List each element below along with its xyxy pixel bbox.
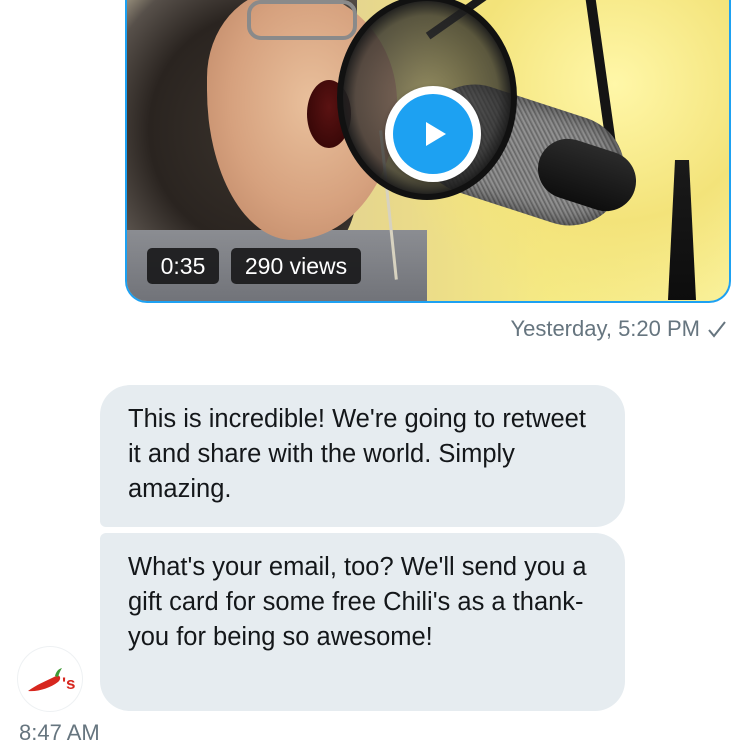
- message-text: What's your email, too? We'll send you a…: [128, 553, 587, 651]
- message-bubble[interactable]: What's your email, too? We'll send you a…: [100, 533, 625, 711]
- video-view-count: 290 views: [231, 248, 361, 284]
- sent-message-meta: Yesterday, 5:20 PM: [510, 316, 728, 342]
- play-button[interactable]: [385, 86, 481, 182]
- svg-text:'s: 's: [62, 674, 76, 693]
- sent-timestamp: Yesterday, 5:20 PM: [510, 316, 700, 341]
- message-bubble[interactable]: This is incredible! We're going to retwe…: [100, 385, 625, 527]
- play-icon: [426, 122, 446, 146]
- received-timestamp: 8:47 AM: [19, 720, 100, 745]
- video-message[interactable]: 0:35 290 views: [125, 0, 731, 303]
- video-duration: 0:35: [147, 248, 219, 284]
- message-text: This is incredible! We're going to retwe…: [128, 405, 586, 503]
- dm-conversation: 0:35 290 views Yesterday, 5:20 PM This i…: [0, 0, 750, 750]
- chilis-logo-icon: 's: [28, 668, 76, 693]
- sender-avatar[interactable]: 's: [18, 647, 82, 711]
- checkmark-icon: [708, 321, 726, 338]
